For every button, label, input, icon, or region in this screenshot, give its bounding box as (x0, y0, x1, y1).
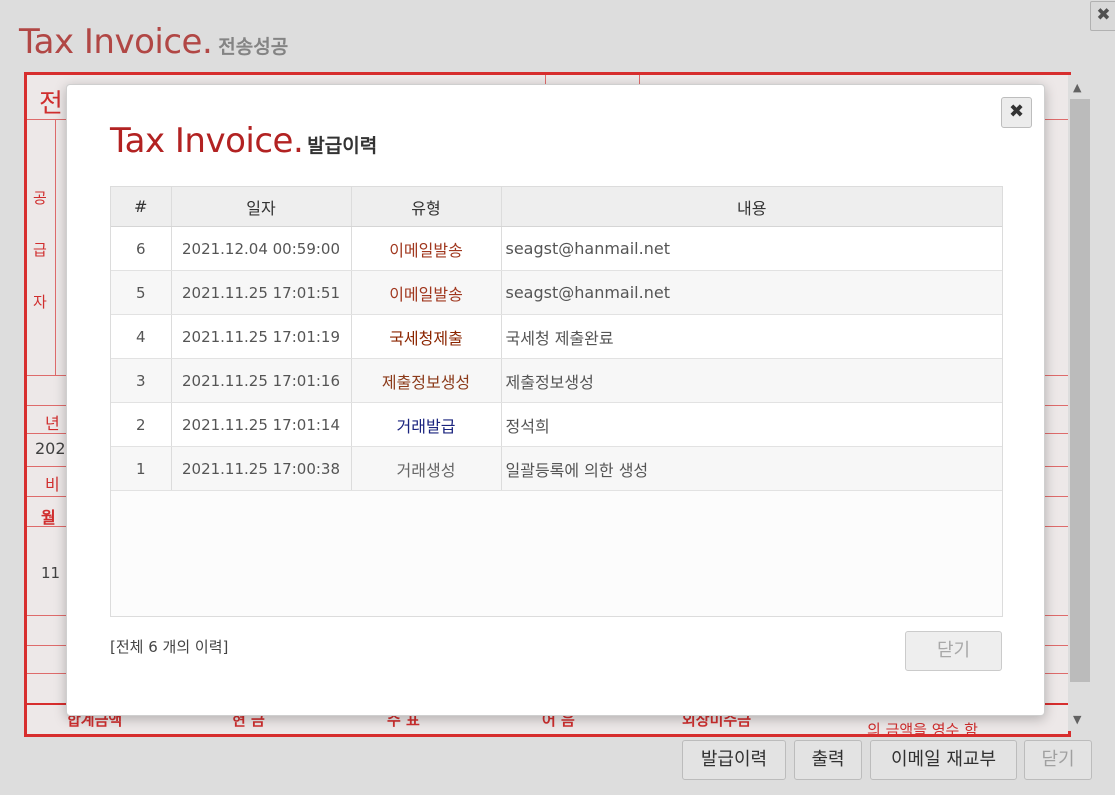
column-header-type: 유형 (351, 187, 502, 227)
row-type: 국세청제출 (351, 314, 502, 359)
row-number: 3 (111, 358, 172, 403)
row-type: 제출정보생성 (351, 358, 502, 403)
column-header-content: 내용 (501, 187, 1002, 227)
history-count-summary: [전체 6 개의 이력] (110, 638, 229, 656)
modal-title-sub: 발급이력 (307, 135, 378, 157)
row-content: 제출정보생성 (501, 358, 1002, 403)
row-date: 2021.11.25 17:01:51 (171, 270, 352, 315)
row-number: 2 (111, 402, 172, 447)
row-content: seagst@hanmail.net (501, 270, 1002, 315)
row-type: 이메일발송 (351, 270, 502, 315)
row-content: 정석희 (501, 402, 1002, 447)
row-number: 6 (111, 226, 172, 271)
row-number: 4 (111, 314, 172, 359)
history-table: # 일자 유형 내용 6 2021.12.04 00:59:00 이메일발송 s… (111, 187, 1002, 491)
modal-close-button[interactable]: ✖ (1001, 97, 1032, 128)
history-table-container: # 일자 유형 내용 6 2021.12.04 00:59:00 이메일발송 s… (110, 186, 1003, 617)
row-date: 2021.11.25 17:01:14 (171, 402, 352, 447)
modal-title-main: Tax Invoice. (110, 121, 304, 161)
row-date: 2021.11.25 17:01:16 (171, 358, 352, 403)
row-date: 2021.12.04 00:59:00 (171, 226, 352, 271)
column-header-date: 일자 (171, 187, 352, 227)
column-header-number: # (111, 187, 172, 227)
row-content: seagst@hanmail.net (501, 226, 1002, 271)
row-number: 5 (111, 270, 172, 315)
modal-close-footer-button[interactable]: 닫기 (905, 631, 1002, 671)
row-content: 국세청 제출완료 (501, 314, 1002, 359)
row-type: 이메일발송 (351, 226, 502, 271)
row-type: 거래생성 (351, 446, 502, 491)
row-content: 일괄등록에 의한 생성 (501, 446, 1002, 491)
table-row: 1 2021.11.25 17:00:38 거래생성 일괄등록에 의한 생성 (111, 446, 1002, 491)
table-row: 3 2021.11.25 17:01:16 제출정보생성 제출정보생성 (111, 358, 1002, 403)
row-date: 2021.11.25 17:01:19 (171, 314, 352, 359)
table-row: 4 2021.11.25 17:01:19 국세청제출 국세청 제출완료 (111, 314, 1002, 359)
row-number: 1 (111, 446, 172, 491)
table-row: 5 2021.11.25 17:01:51 이메일발송 seagst@hanma… (111, 270, 1002, 315)
table-row: 6 2021.12.04 00:59:00 이메일발송 seagst@hanma… (111, 226, 1002, 271)
row-type: 거래발급 (351, 402, 502, 447)
row-date: 2021.11.25 17:00:38 (171, 446, 352, 491)
modal-title: Tax Invoice. 발급이력 (110, 121, 377, 161)
issue-history-modal: ✖ Tax Invoice. 발급이력 # 일자 유형 내용 6 2021.12.… (66, 84, 1045, 716)
table-row: 2 2021.11.25 17:01:14 거래발급 정석희 (111, 402, 1002, 447)
